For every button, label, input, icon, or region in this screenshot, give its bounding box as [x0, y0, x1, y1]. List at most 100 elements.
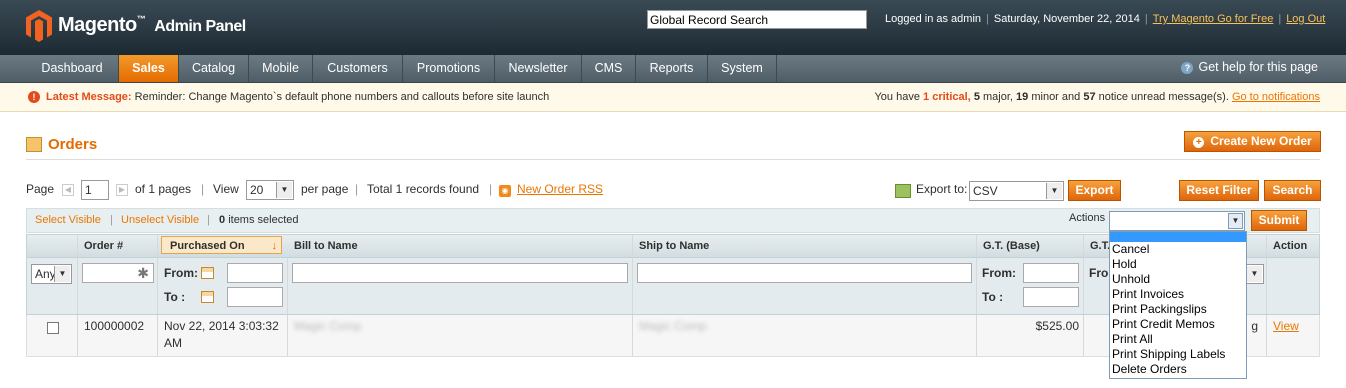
- col-gt-base[interactable]: G.T. (Base): [977, 235, 1084, 257]
- action-option-delete-orders[interactable]: Delete Orders: [1110, 362, 1246, 377]
- search-button[interactable]: Search: [1264, 180, 1321, 201]
- critical-count: 1: [923, 91, 930, 103]
- rss-icon: ◉: [499, 185, 511, 197]
- prev-page-icon[interactable]: ◀: [62, 184, 74, 196]
- order-number-filter-input[interactable]: ✱: [82, 263, 154, 283]
- action-option-blank[interactable]: [1110, 232, 1246, 242]
- view-label: View: [213, 182, 239, 196]
- nav-item-dashboard[interactable]: Dashboard: [26, 55, 119, 82]
- action-option-print-invoices[interactable]: Print Invoices: [1110, 287, 1246, 302]
- action-option-hold[interactable]: Hold: [1110, 257, 1246, 272]
- col-purchased-on[interactable]: Purchased On ↓: [161, 236, 282, 254]
- chevron-down-icon: ▼: [1046, 183, 1062, 199]
- nav-item-newsletter[interactable]: Newsletter: [495, 55, 582, 82]
- page-number-input[interactable]: 1: [81, 180, 109, 200]
- latest-message-bar: ! Latest Message: Reminder: Change Magen…: [0, 83, 1346, 112]
- submit-button[interactable]: Submit: [1251, 210, 1307, 231]
- calendar-icon[interactable]: [201, 291, 214, 303]
- brand-suffix: Admin Panel: [154, 18, 246, 35]
- purchased-to-input[interactable]: [227, 287, 283, 307]
- next-page-icon[interactable]: ▶: [116, 184, 128, 196]
- grid-header-massaction: [27, 235, 78, 257]
- go-to-notifications-link[interactable]: Go to notifications: [1232, 91, 1320, 103]
- gt-base-to-label: To :: [982, 290, 1004, 304]
- sort-desc-icon: ↓: [271, 240, 278, 252]
- header: Magento™ Admin Panel Logged in as admin|…: [0, 0, 1346, 55]
- nav-item-mobile[interactable]: Mobile: [249, 55, 313, 82]
- plus-icon: +: [1193, 137, 1205, 148]
- brand-title: Magento™ Admin Panel: [58, 14, 246, 36]
- notice-count: 57: [1083, 91, 1096, 103]
- action-option-print-all[interactable]: Print All: [1110, 332, 1246, 347]
- select-visible-link[interactable]: Select Visible: [35, 209, 101, 232]
- chevron-down-icon: ▼: [276, 182, 292, 198]
- major-count: 5: [973, 91, 980, 103]
- action-option-print-credit-memos[interactable]: Print Credit Memos: [1110, 317, 1246, 332]
- action-option-unhold[interactable]: Unhold: [1110, 272, 1246, 287]
- logout-link[interactable]: Log Out: [1286, 13, 1325, 25]
- actions-label: Actions: [1069, 212, 1106, 224]
- page-title: Orders: [48, 136, 98, 153]
- reset-filter-button[interactable]: Reset Filter: [1179, 180, 1259, 201]
- latest-message: Latest Message: Reminder: Change Magento…: [46, 83, 549, 111]
- chevron-down-icon: ▼: [1246, 266, 1262, 282]
- per-page-label: per page: [301, 182, 349, 196]
- nav-item-catalog[interactable]: Catalog: [179, 55, 249, 82]
- bill-to-name-filter-input[interactable]: [292, 263, 628, 283]
- action-option-cancel[interactable]: Cancel: [1110, 242, 1246, 257]
- nav-item-sales[interactable]: Sales: [119, 55, 179, 82]
- action-option-print-packingslips[interactable]: Print Packingslips: [1110, 302, 1246, 317]
- alert-icon: !: [28, 91, 40, 103]
- chevron-down-icon: ▼: [54, 266, 70, 282]
- of-pages-text: of 1 pages: [135, 182, 192, 196]
- nav-item-promotions[interactable]: Promotions: [403, 55, 495, 82]
- header-links: Logged in as admin | Saturday, November 22…: [885, 13, 1326, 25]
- help-text: Get help for this page: [1198, 60, 1318, 74]
- col-ship-to-name[interactable]: Ship to Name: [633, 235, 977, 257]
- gt-base-from-input[interactable]: [1023, 263, 1079, 283]
- purchased-to-label: To :: [164, 290, 186, 304]
- date-text: Saturday, November 22, 2014: [993, 13, 1140, 25]
- try-magento-go-link[interactable]: Try Magento Go for Free: [1153, 13, 1274, 25]
- divider: [26, 159, 1320, 160]
- minor-count: 19: [1016, 91, 1029, 103]
- latest-message-label: Latest Message:: [46, 91, 132, 103]
- create-new-order-button[interactable]: + Create New Order: [1184, 131, 1321, 152]
- main-nav: Dashboard Sales Catalog Mobile Customers…: [0, 55, 1346, 83]
- gt-base-from-label: From:: [982, 266, 1016, 280]
- per-page-select[interactable]: 20 ▼: [246, 180, 294, 200]
- status-filter-select[interactable]: ▼: [1244, 264, 1264, 284]
- nav-item-customers[interactable]: Customers: [313, 55, 403, 82]
- action-option-print-shipping-labels[interactable]: Print Shipping Labels: [1110, 347, 1246, 362]
- calendar-icon[interactable]: [201, 267, 214, 279]
- massaction-filter-select[interactable]: Any ▼: [31, 264, 72, 284]
- nav-item-cms[interactable]: CMS: [582, 55, 636, 82]
- export-format-select[interactable]: CSV ▼: [969, 181, 1064, 201]
- row-checkbox[interactable]: [47, 322, 59, 334]
- notifications-summary: You have 1 critical, 5 major, 19 minor a…: [874, 91, 1320, 103]
- actions-select[interactable]: ▼: [1109, 211, 1245, 231]
- col-bill-to-name[interactable]: Bill to Name: [288, 235, 633, 257]
- row-view-link[interactable]: View: [1273, 319, 1299, 333]
- purchased-from-input[interactable]: [227, 263, 283, 283]
- export-icon: [895, 184, 911, 198]
- row-purchased-on: Nov 22, 2014 3:03:32 AM: [158, 315, 288, 356]
- global-search-input[interactable]: [647, 10, 867, 29]
- col-action: Action: [1273, 240, 1308, 252]
- nav-item-system[interactable]: System: [708, 55, 777, 82]
- export-button[interactable]: Export: [1068, 180, 1121, 201]
- row-bill-to-name: Magic Comp: [294, 319, 362, 333]
- new-order-rss-link[interactable]: New Order RSS: [517, 182, 603, 196]
- help-icon: ?: [1181, 62, 1194, 74]
- ship-to-name-filter-input[interactable]: [637, 263, 972, 283]
- logged-in-text: Logged in as admin: [885, 13, 982, 25]
- actions-dropdown-list: Cancel Hold Unhold Print Invoices Print …: [1109, 231, 1247, 379]
- col-order-number[interactable]: Order #: [78, 235, 158, 257]
- selected-count-text: 0 items selected: [219, 214, 299, 226]
- help-link[interactable]: ? Get help for this page: [1181, 60, 1318, 74]
- orders-icon: [26, 137, 42, 152]
- nav-item-reports[interactable]: Reports: [636, 55, 708, 82]
- page-label: Page: [26, 182, 55, 196]
- gt-base-to-input[interactable]: [1023, 287, 1079, 307]
- unselect-visible-link[interactable]: Unselect Visible: [121, 209, 199, 232]
